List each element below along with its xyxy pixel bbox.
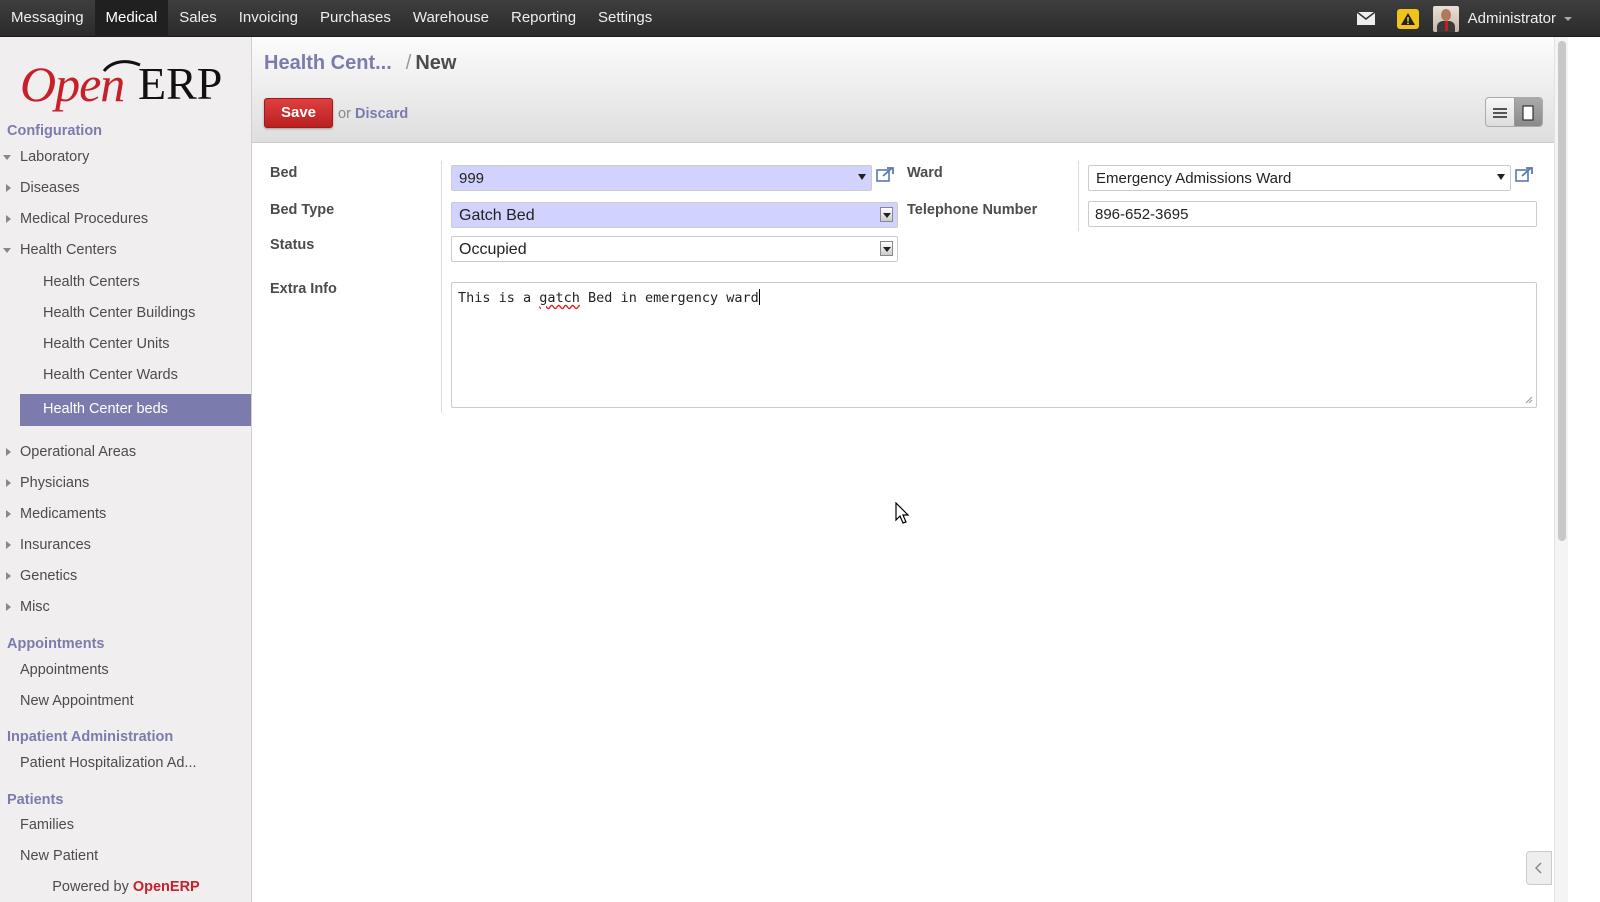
select-arrow-icon[interactable] xyxy=(880,207,893,222)
bed-type-select[interactable]: Gatch Bed xyxy=(451,202,898,228)
breadcrumb: Health Cent... / New xyxy=(264,52,457,74)
sidebar-item-health-centers[interactable]: Health Centers xyxy=(20,242,117,258)
caret-right-icon xyxy=(6,215,11,223)
sidebar: Open ERP Configuration Laboratory Diseas… xyxy=(0,37,252,902)
sidebar-sub-health-center-units[interactable]: Health Center Units xyxy=(43,336,170,352)
external-link-icon[interactable] xyxy=(1515,165,1535,183)
sidebar-item-physicians[interactable]: Physicians xyxy=(20,475,89,491)
chevron-down-icon[interactable] xyxy=(1564,16,1572,21)
form-view-icon[interactable] xyxy=(1513,98,1542,126)
telephone-field[interactable]: 896-652-3695 xyxy=(1088,201,1537,227)
bed-type-value: Gatch Bed xyxy=(459,207,535,224)
menu-sales[interactable]: Sales xyxy=(168,0,228,37)
breadcrumb-parent[interactable]: Health Cent... xyxy=(264,52,392,74)
scrollbar-thumb[interactable] xyxy=(1558,41,1566,541)
or-label: or xyxy=(338,106,351,122)
section-configuration[interactable]: Configuration xyxy=(7,123,102,139)
sidebar-item-misc[interactable]: Misc xyxy=(20,599,50,615)
dropdown-arrow-icon[interactable] xyxy=(1497,174,1505,180)
sidebar-item-new-patient[interactable]: New Patient xyxy=(20,848,98,864)
telephone-label: Telephone Number xyxy=(907,202,1038,218)
caret-right-icon xyxy=(6,603,11,611)
breadcrumb-current: New xyxy=(415,52,457,74)
sidebar-item-patient-hospitalization[interactable]: Patient Hospitalization Ad... xyxy=(20,755,197,771)
caret-right-icon xyxy=(6,184,11,192)
sidebar-item-insurances[interactable]: Insurances xyxy=(20,537,91,553)
caret-right-icon xyxy=(6,479,11,487)
caret-down-icon xyxy=(3,248,11,253)
sidebar-item-genetics[interactable]: Genetics xyxy=(20,568,77,584)
save-button[interactable]: Save xyxy=(264,98,333,128)
caret-right-icon xyxy=(6,572,11,580)
warning-icon[interactable] xyxy=(1396,8,1419,29)
sidebar-sub-health-center-buildings[interactable]: Health Center Buildings xyxy=(43,305,195,321)
spellcheck-word: gatch xyxy=(539,290,580,306)
menu-invoicing[interactable]: Invoicing xyxy=(228,0,309,37)
sidebar-item-operational-areas[interactable]: Operational Areas xyxy=(20,444,136,460)
column-divider xyxy=(441,161,442,413)
caret-right-icon xyxy=(6,448,11,456)
status-value: Occupied xyxy=(459,241,527,258)
caret-right-icon xyxy=(6,510,11,518)
column-divider xyxy=(1078,161,1079,231)
sidebar-item-appointments[interactable]: Appointments xyxy=(20,662,109,678)
ward-value: Emergency Admissions Ward xyxy=(1096,170,1292,187)
bed-field[interactable]: 999 xyxy=(451,165,872,191)
bed-label: Bed xyxy=(270,165,298,181)
menu-settings[interactable]: Settings xyxy=(587,0,663,37)
section-appointments[interactable]: Appointments xyxy=(7,636,104,652)
resize-grip-icon[interactable] xyxy=(1523,394,1533,404)
sidebar-item-laboratory[interactable]: Laboratory xyxy=(20,149,89,165)
text-cursor xyxy=(758,289,760,305)
sidebar-item-medical-procedures[interactable]: Medical Procedures xyxy=(20,211,148,227)
chevron-left-icon xyxy=(1535,862,1542,874)
menu-medical[interactable]: Medical xyxy=(94,0,169,37)
view-switcher xyxy=(1485,97,1543,127)
mail-icon[interactable] xyxy=(1356,12,1375,25)
telephone-value: 896-652-3695 xyxy=(1095,206,1189,223)
menu-warehouse[interactable]: Warehouse xyxy=(402,0,500,37)
extra-info-textarea[interactable]: This is a gatch Bed in emergency ward xyxy=(451,282,1537,408)
list-view-icon[interactable] xyxy=(1486,98,1514,126)
bed-value: 999 xyxy=(459,170,485,187)
section-patients[interactable]: Patients xyxy=(7,792,63,808)
section-inpatient-administration[interactable]: Inpatient Administration xyxy=(7,729,173,745)
powered-by-footer: Powered by OpenERP xyxy=(0,872,251,902)
discard-button[interactable]: Discard xyxy=(355,106,408,122)
collapse-panel-button[interactable] xyxy=(1526,851,1552,885)
menu-messaging[interactable]: Messaging xyxy=(0,0,95,37)
user-name[interactable]: Administrator xyxy=(1468,10,1556,27)
menu-reporting[interactable]: Reporting xyxy=(500,0,587,37)
sidebar-item-label: Health Center beds xyxy=(43,401,168,417)
powered-by-link[interactable]: OpenERP xyxy=(133,879,200,895)
ward-label: Ward xyxy=(907,165,943,181)
status-select[interactable]: Occupied xyxy=(451,236,898,262)
sidebar-sub-health-center-beds[interactable]: Health Center beds xyxy=(20,394,251,426)
dropdown-arrow-icon[interactable] xyxy=(858,174,866,180)
sidebar-item-diseases[interactable]: Diseases xyxy=(20,180,80,196)
vertical-scrollbar[interactable] xyxy=(1554,37,1568,902)
main-menu: Messaging Medical Sales Invoicing Purcha… xyxy=(0,0,663,37)
bed-type-label: Bed Type xyxy=(270,202,335,218)
status-label: Status xyxy=(270,237,315,253)
logo-swoosh-icon xyxy=(102,60,141,73)
external-link-icon[interactable] xyxy=(876,165,896,183)
top-menu-bar: Messaging Medical Sales Invoicing Purcha… xyxy=(0,0,1600,37)
user-avatar[interactable] xyxy=(1432,5,1459,32)
mouse-pointer-icon xyxy=(895,502,910,524)
sidebar-item-families[interactable]: Families xyxy=(20,817,74,833)
sidebar-item-new-appointment[interactable]: New Appointment xyxy=(20,693,134,709)
caret-right-icon xyxy=(6,541,11,549)
ward-field[interactable]: Emergency Admissions Ward xyxy=(1088,165,1511,191)
caret-down-icon xyxy=(3,155,11,160)
sidebar-sub-health-centers[interactable]: Health Centers xyxy=(43,274,140,290)
sidebar-item-medicaments[interactable]: Medicaments xyxy=(20,506,106,522)
sidebar-sub-health-center-wards[interactable]: Health Center Wards xyxy=(43,367,178,383)
menu-purchases[interactable]: Purchases xyxy=(309,0,402,37)
select-arrow-icon[interactable] xyxy=(880,241,893,256)
extra-info-label: Extra Info xyxy=(270,281,337,297)
form-header: Health Cent... / New Save or Discard xyxy=(252,37,1554,143)
